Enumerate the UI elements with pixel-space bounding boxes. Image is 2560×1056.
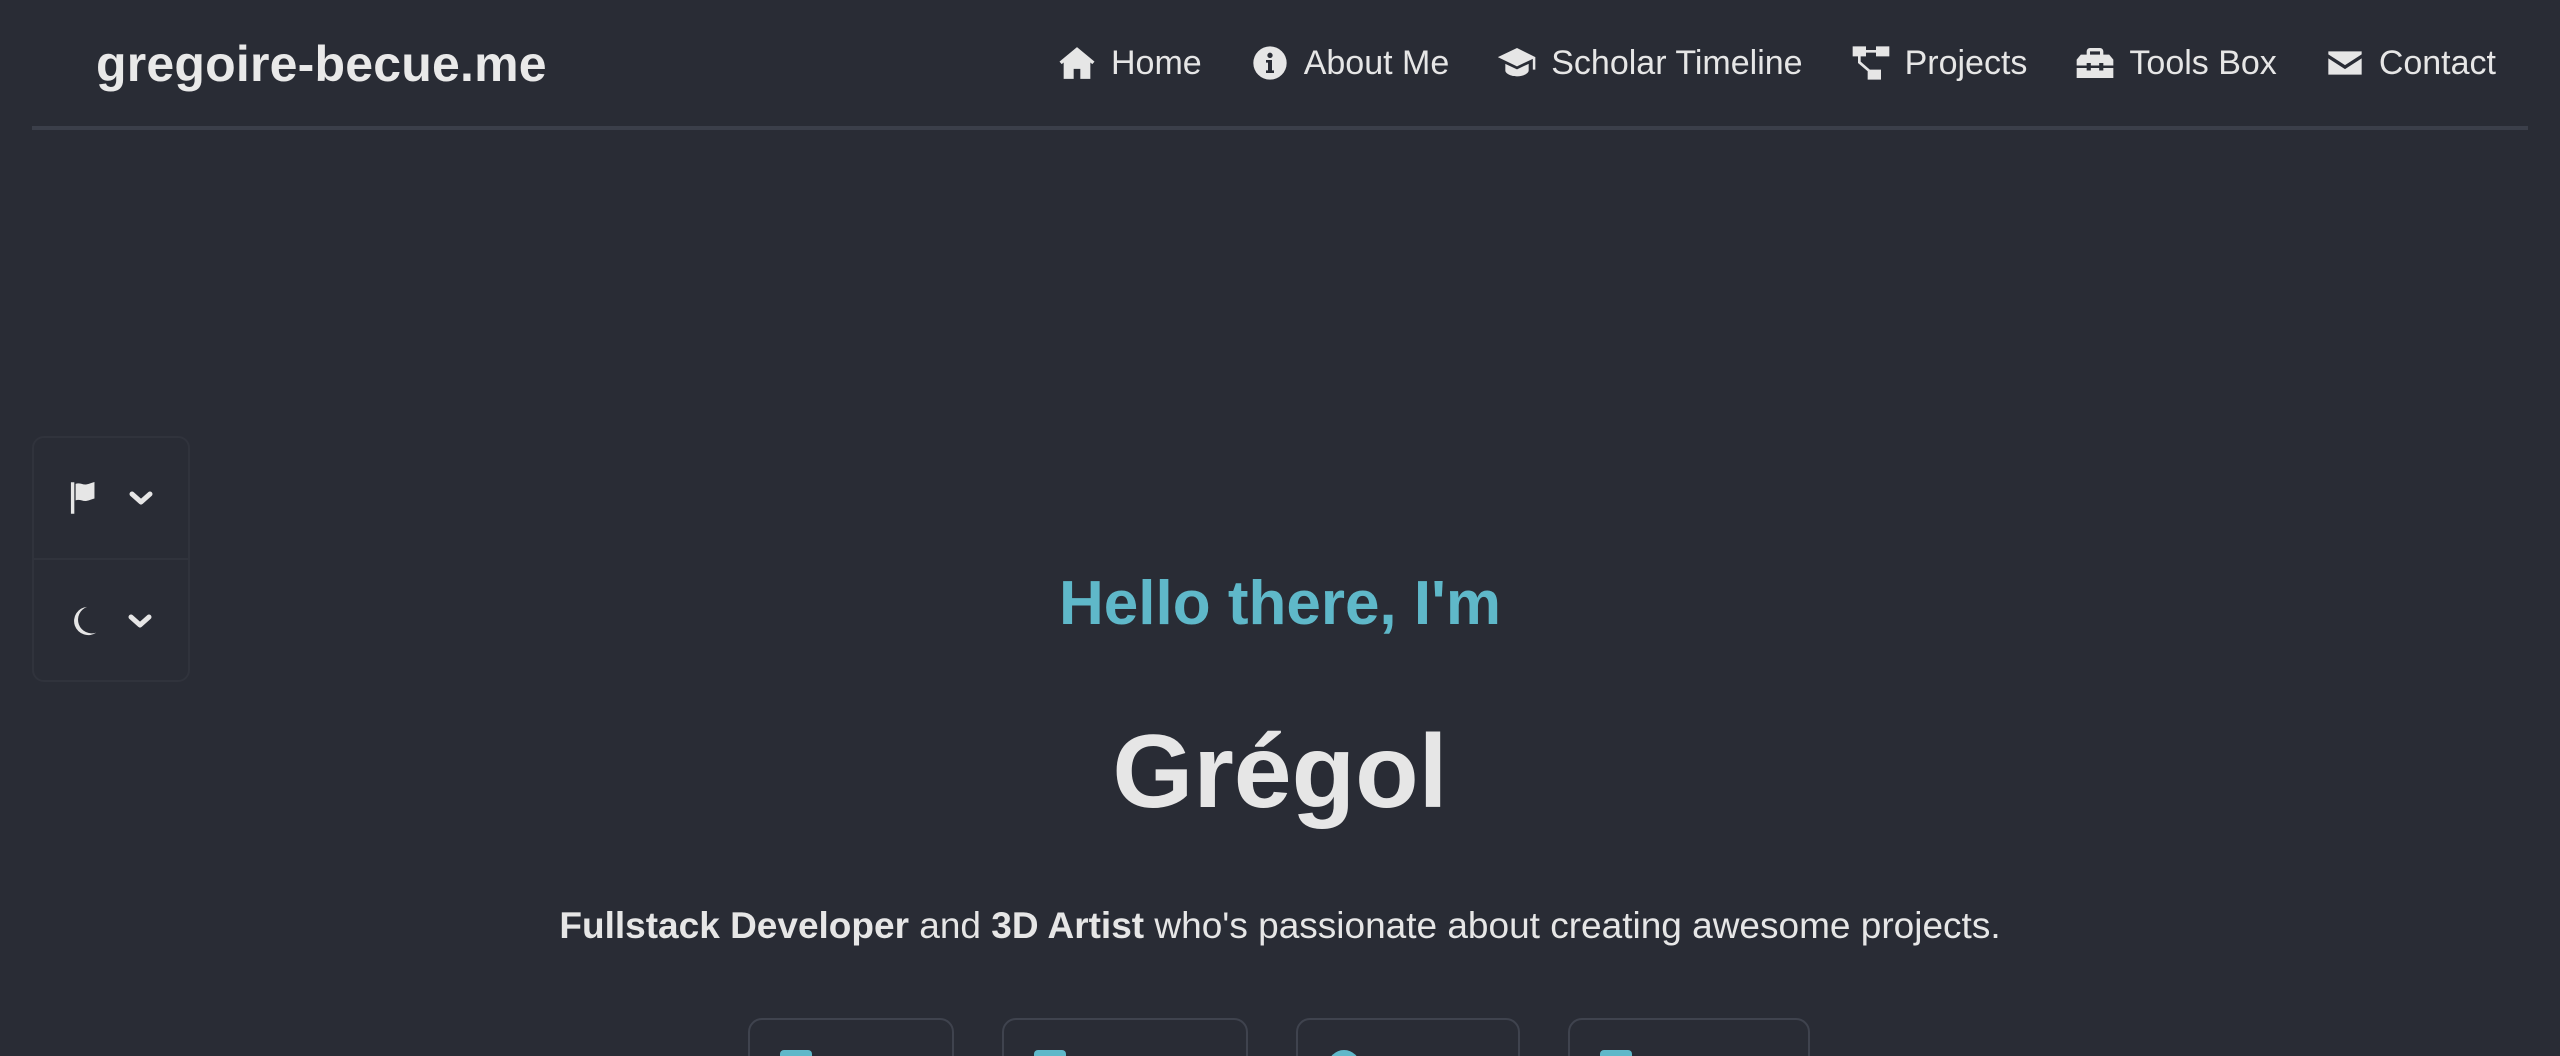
tagline-connector: and [919,905,981,946]
flag-icon [68,481,100,515]
hero-tagline: Fullstack Developer and 3D Artist who's … [0,900,2560,952]
tagline-role-fullstack: Fullstack Developer [559,905,909,946]
nav-item-projects[interactable]: Projects [1851,38,2028,88]
nav-item-label: Scholar Timeline [1551,44,1803,82]
nav-item-label: About Me [1303,44,1450,82]
social-button-1[interactable] [748,1018,954,1056]
graduation-cap-icon [1497,43,1537,83]
hero-name: Grégol [1112,714,1448,830]
nav-item-tools-box[interactable]: Tools Box [2075,38,2277,88]
nav-item-label: Projects [1904,44,2028,82]
nav-item-contact[interactable]: Contact [2325,38,2496,88]
main-nav: Home About Me Scholar Timeline Projects [1057,38,2496,88]
site-brand[interactable]: gregoire-becue.me [96,34,547,94]
toolbox-icon [2075,43,2115,83]
envelope-icon [2325,43,2365,83]
social-icon [1034,1050,1066,1056]
social-buttons [0,1018,2560,1056]
info-icon [1250,43,1290,83]
top-navbar: gregoire-becue.me Home About Me Scholar … [32,0,2528,130]
settings-panel [32,436,190,682]
hero-greeting: Hello there, I'm [1059,569,1501,638]
social-icon [1600,1050,1632,1056]
nav-item-label: Contact [2378,44,2496,82]
social-icon [1328,1050,1360,1056]
social-button-4[interactable] [1568,1018,1810,1056]
project-diagram-icon [1851,43,1891,83]
home-icon [1057,43,1097,83]
social-button-2[interactable] [1002,1018,1248,1056]
chevron-down-icon [128,489,154,507]
tagline-rest: who's passionate about creating awesome … [1154,905,2001,946]
language-selector[interactable] [34,438,188,560]
nav-item-about-me[interactable]: About Me [1250,38,1450,88]
social-button-3[interactable] [1296,1018,1520,1056]
nav-item-scholar-timeline[interactable]: Scholar Timeline [1497,38,1803,88]
nav-item-label: Tools Box [2129,44,2277,82]
tagline-role-3d-artist: 3D Artist [991,905,1145,946]
nav-item-home[interactable]: Home [1057,38,1202,88]
nav-item-label: Home [1111,44,1202,82]
social-icon [780,1050,812,1056]
